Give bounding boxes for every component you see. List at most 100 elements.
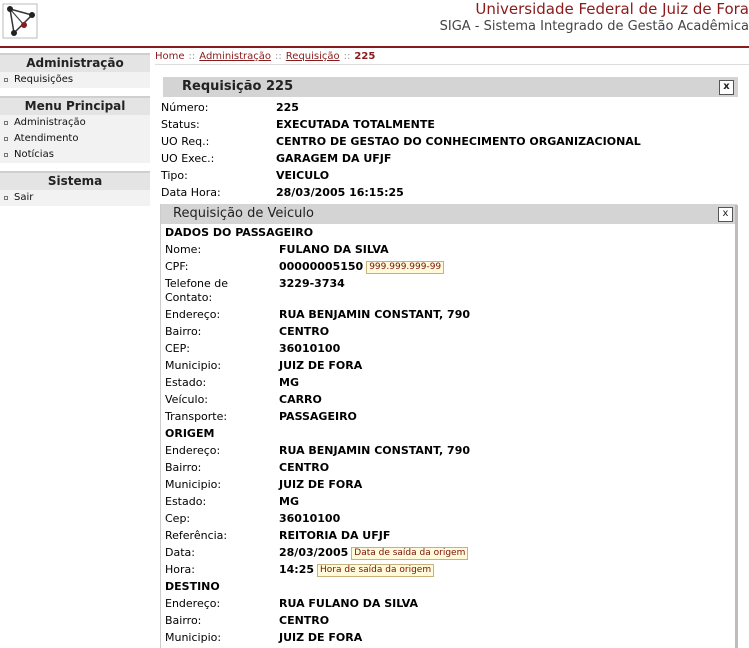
sidebar-item-administracao[interactable]: Administração: [0, 115, 150, 131]
field-label: Municipio:: [165, 631, 222, 644]
field-label: Cep:: [165, 512, 191, 525]
field-row: Endereço: RUA FULANO DA SILVA: [161, 595, 737, 612]
close-panel-button[interactable]: x: [719, 80, 734, 95]
field-row: Data Hora: 28/03/2005 16:15:25: [158, 184, 738, 201]
field-value: VEICULO: [276, 169, 330, 182]
field-row: Endereço: RUA BENJAMIN CONSTANT, 790: [161, 442, 737, 459]
sidebar-item-sair[interactable]: Sair: [0, 190, 150, 206]
sidebar-section-title: Sistema: [0, 171, 150, 190]
field-label: Bairro:: [165, 325, 202, 338]
breadcrumb-requisicao-link[interactable]: Requisição: [286, 51, 340, 62]
field-value: GARAGEM DA UFJF: [276, 152, 392, 165]
sidebar-section-administracao: Administração Requisições: [0, 53, 150, 88]
sidebar-section-sistema: Sistema Sair: [0, 171, 150, 206]
bullet-icon: [4, 196, 8, 200]
panel-title: Requisição de Veiculo: [173, 206, 314, 221]
sidebar-item-requisicoes[interactable]: Requisições: [0, 72, 150, 88]
time-value: 14:25: [279, 563, 315, 576]
field-row: Hora: 14:25 Hora de saída da origem: [161, 561, 737, 578]
field-value: 3229-3734: [279, 277, 345, 290]
system-subtitle: SIGA - Sistema Integrado de Gestão Acadê…: [439, 19, 749, 34]
requisicao-fields: Número: 225 Status: EXECUTADA TOTALMENTE U…: [158, 97, 738, 201]
field-row: Telefone de Contato: 3229-3734: [161, 275, 737, 306]
sidebar-item-atendimento[interactable]: Atendimento: [0, 131, 150, 147]
field-label: UO Exec.:: [161, 152, 215, 165]
field-row: Cep: 36010100: [161, 510, 737, 527]
field-row: Número: 225: [158, 99, 738, 116]
field-row: Transporte: PASSAGEIRO: [161, 408, 737, 425]
breadcrumb-separator: ::: [343, 51, 351, 62]
requisicao-panel-header: Requisição 225 x: [158, 77, 738, 97]
field-value: JUIZ DE FORA: [279, 478, 363, 491]
breadcrumb-separator: ::: [188, 51, 196, 62]
header-divider: [0, 46, 749, 48]
field-label: Telefone de Contato:: [165, 277, 229, 304]
field-row: Estado: MG: [161, 374, 737, 391]
panel-title: Requisição 225: [182, 79, 294, 94]
veiculo-panel: Requisição de Veiculo x DADOS DO PASSAGE…: [160, 204, 737, 648]
sidebar-item-label: Requisições: [14, 74, 74, 85]
breadcrumb-administracao-link[interactable]: Administração: [199, 51, 271, 62]
sidebar-item-label: Sair: [14, 192, 34, 203]
field-row: Endereço: RUA BENJAMIN CONSTANT, 790: [161, 306, 737, 323]
field-row: Municipio: JUIZ DE FORA: [161, 476, 737, 493]
bullet-icon: [4, 153, 8, 157]
breadcrumb-divider: [155, 64, 749, 65]
field-value: JUIZ DE FORA: [279, 359, 363, 372]
field-row: UO Req.: CENTRO DE GESTAO DO CONHECIMENTO…: [158, 133, 738, 150]
field-label: Data Hora:: [161, 186, 221, 199]
format-hint: 999.999.999-99: [366, 261, 445, 274]
breadcrumb-separator: ::: [275, 51, 282, 62]
field-label: Municipio:: [165, 478, 222, 491]
field-row: Bairro: CENTRO: [161, 459, 737, 476]
breadcrumb-current: 225: [354, 51, 376, 62]
field-row: Status: EXECUTADA TOTALMENTE: [158, 116, 738, 133]
close-subpanel-button[interactable]: x: [718, 207, 733, 222]
panel-edge: [735, 205, 738, 648]
field-label: Data:: [165, 546, 195, 559]
field-label: Endereço:: [165, 597, 221, 610]
field-value: RUA BENJAMIN CONSTANT, 790: [279, 444, 471, 457]
section-heading-origem: ORIGEM: [165, 427, 215, 440]
field-label: UO Req.:: [161, 135, 210, 148]
field-label: Veículo:: [165, 393, 209, 406]
field-label: CEP:: [165, 342, 190, 355]
field-label: CPF:: [165, 260, 189, 273]
field-row: Municipio: JUIZ DE FORA: [161, 629, 737, 646]
field-value: MG: [279, 376, 299, 389]
field-row: CPF: 00000005150 999.999.999-99: [161, 258, 737, 275]
field-label: Endereço:: [165, 444, 221, 457]
field-label: Hora:: [165, 563, 195, 576]
field-value: CENTRO: [279, 614, 330, 627]
field-value: JUIZ DE FORA: [279, 631, 363, 644]
field-label: Bairro:: [165, 614, 202, 627]
status-value: EXECUTADA TOTALMENTE: [276, 118, 435, 131]
field-label: Tipo:: [161, 169, 188, 182]
field-row: Estado: MG: [161, 493, 737, 510]
field-row: CEP: 36010100: [161, 340, 737, 357]
field-value: 00000005150 999.999.999-99: [279, 258, 445, 275]
field-value: PASSAGEIRO: [279, 410, 357, 423]
field-row: UO Exec.: GARAGEM DA UFJF: [158, 150, 738, 167]
field-row: Data: 28/03/2005 Data de saída da origem: [161, 544, 737, 561]
field-value: CENTRO: [279, 325, 330, 338]
section-heading-destino: DESTINO: [165, 580, 220, 593]
university-title: Universidade Federal de Juiz de Fora: [475, 0, 749, 18]
sidebar-item-label: Administração: [14, 117, 86, 128]
field-label: Número:: [161, 101, 209, 114]
section-heading-passageiro: DADOS DO PASSAGEIRO: [165, 226, 314, 239]
field-value: 36010100: [279, 342, 341, 355]
field-label: Estado:: [165, 376, 207, 389]
app-header: Universidade Federal de Juiz de Fora SIG…: [0, 0, 749, 46]
breadcrumb-home-link[interactable]: Home: [155, 51, 185, 62]
sidebar-item-noticias[interactable]: Notícias: [0, 147, 150, 163]
field-value: 28/03/2005 Data de saída da origem: [279, 544, 469, 561]
field-value: MG: [279, 495, 299, 508]
field-label: Nome:: [165, 243, 202, 256]
field-value: CENTRO: [279, 461, 330, 474]
cpf-value: 00000005150: [279, 260, 364, 273]
sidebar-section-title: Menu Principal: [0, 96, 150, 115]
ufjf-logo-icon: [2, 3, 38, 39]
field-row: Referência: REITORIA DA UFJF: [161, 527, 737, 544]
field-value: 28/03/2005 16:15:25: [276, 186, 404, 199]
